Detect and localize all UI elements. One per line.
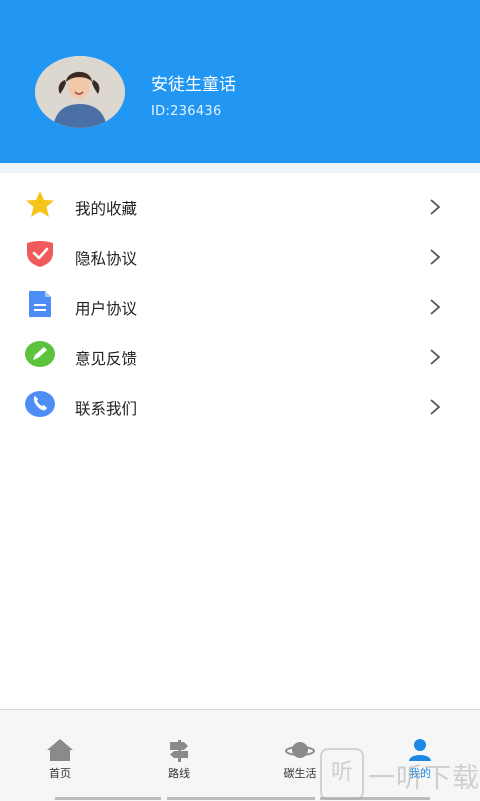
pencil-icon	[24, 340, 56, 368]
section-divider	[0, 163, 480, 173]
home-icon	[47, 739, 73, 761]
tab-label: 首页	[49, 767, 71, 780]
menu-list: 我的收藏 隐私协议 用户协议 意见反馈 联系我们	[0, 173, 480, 428]
watermark-text: 一听下载	[368, 763, 480, 794]
tab-home[interactable]: 首页	[25, 738, 95, 781]
menu-item-favorites[interactable]: 我的收藏	[0, 178, 480, 228]
chevron-right-icon	[428, 398, 442, 416]
menu-item-label: 意见反馈	[75, 350, 138, 368]
menu-item-label: 联系我们	[75, 400, 138, 418]
document-icon	[24, 290, 56, 318]
shield-check-icon	[24, 240, 56, 268]
menu-item-contact[interactable]: 联系我们	[0, 378, 480, 428]
phone-icon	[24, 390, 56, 418]
tab-route[interactable]: 路线	[144, 738, 214, 781]
watermark: 听 一听下载	[320, 744, 480, 800]
profile-header: 安徒生童话 ID:236436	[0, 0, 480, 163]
planet-icon	[285, 742, 315, 758]
chevron-right-icon	[428, 198, 442, 216]
tab-label: 路线	[168, 767, 190, 780]
chevron-right-icon	[428, 248, 442, 266]
avatar[interactable]	[35, 56, 125, 128]
chevron-right-icon	[428, 348, 442, 366]
menu-item-user-agreement[interactable]: 用户协议	[0, 278, 480, 328]
menu-item-feedback[interactable]: 意见反馈	[0, 328, 480, 378]
signpost-icon	[170, 740, 188, 762]
watermark-logo: 听	[320, 748, 364, 800]
profile-id: ID:236436	[151, 104, 222, 119]
menu-item-label: 用户协议	[75, 300, 138, 318]
menu-item-privacy[interactable]: 隐私协议	[0, 228, 480, 278]
menu-item-label: 隐私协议	[75, 250, 138, 268]
star-icon	[24, 190, 56, 218]
chevron-right-icon	[428, 298, 442, 316]
profile-name: 安徒生童话	[151, 75, 236, 95]
menu-item-label: 我的收藏	[75, 200, 138, 218]
